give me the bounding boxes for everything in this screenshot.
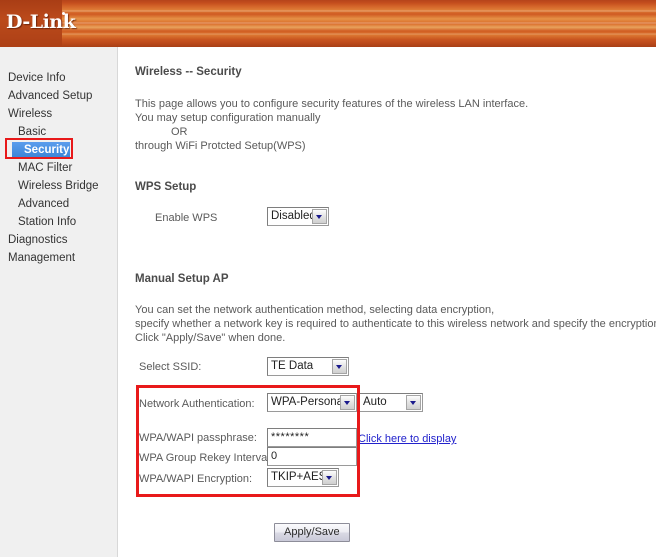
passphrase-label: WPA/WAPI passphrase: [139, 432, 257, 444]
network-authentication-label: Network Authentication: [139, 398, 255, 410]
sidebar-item-label: Basic [18, 126, 47, 138]
sidebar-item-label: Security [24, 144, 70, 156]
sidebar-item-diagnostics[interactable]: Diagnostics [0, 231, 118, 249]
authentication-mode-select[interactable]: Auto [359, 393, 423, 412]
sidebar-item-advanced-setup[interactable]: Advanced Setup [0, 87, 118, 105]
manual-setup-section-title: Manual Setup AP [135, 273, 229, 285]
chevron-down-icon[interactable] [322, 470, 337, 485]
sidebar-item-station-info[interactable]: Station Info [0, 213, 118, 231]
network-authentication-value: WPA-Personal [271, 396, 346, 408]
chevron-down-icon[interactable] [406, 395, 421, 410]
wps-section-title: WPS Setup [135, 181, 197, 193]
show-passphrase-link[interactable]: Click here to display [358, 433, 456, 445]
dlink-logo: D-Link [6, 11, 76, 33]
rekey-interval-label: WPA Group Rekey Interval: [139, 452, 273, 464]
intro-line-3: OR [171, 126, 188, 138]
sidebar: Device Info Advanced Setup Wireless Basic Se… [0, 47, 118, 557]
header-banner: D-Link [0, 0, 656, 47]
apply-save-button[interactable]: Apply/Save [274, 523, 350, 542]
intro-line-4: through WiFi Protcted Setup(WPS) [135, 140, 306, 152]
sidebar-item-management[interactable]: Management [0, 249, 118, 267]
passphrase-input[interactable]: ******** [267, 428, 357, 447]
manual-desc-line-2: specify whether a network key is require… [135, 318, 656, 330]
encryption-value: TKIP+AES [271, 471, 327, 483]
sidebar-item-wireless[interactable]: Wireless [0, 105, 118, 123]
enable-wps-label: Enable WPS [155, 212, 218, 224]
encryption-label: WPA/WAPI Encryption: [139, 473, 253, 485]
encryption-select[interactable]: TKIP+AES [267, 468, 339, 487]
sidebar-item-basic[interactable]: Basic [0, 123, 118, 141]
rekey-interval-input[interactable]: 0 [267, 447, 357, 466]
main-content: Wireless -- Security This page allows yo… [119, 47, 656, 557]
chevron-down-icon[interactable] [332, 359, 347, 374]
dlink-logo-trademark-dot [62, 12, 65, 15]
sidebar-item-wireless-bridge[interactable]: Wireless Bridge [0, 177, 118, 195]
chevron-down-icon[interactable] [340, 395, 355, 410]
sidebar-item-security[interactable]: Security [0, 138, 118, 159]
network-authentication-select[interactable]: WPA-Personal [267, 393, 357, 412]
sidebar-item-label: Station Info [18, 216, 77, 228]
manual-desc-line-1: You can set the network authentication m… [135, 304, 495, 316]
sidebar-item-mac-filter[interactable]: MAC Filter [0, 159, 118, 177]
sidebar-item-label: Diagnostics [8, 234, 68, 246]
select-ssid-value: TE Data [271, 360, 314, 372]
intro-line-1: This page allows you to configure securi… [135, 98, 529, 110]
sidebar-item-device-info[interactable]: Device Info [0, 69, 118, 87]
sidebar-item-label: Advanced [18, 198, 70, 210]
chevron-down-icon[interactable] [312, 209, 327, 224]
select-ssid-label: Select SSID: [139, 361, 202, 373]
select-ssid-select[interactable]: TE Data [267, 357, 349, 376]
manual-desc-line-3: Click "Apply/Save" when done. [135, 332, 286, 344]
sidebar-item-label: Wireless [8, 108, 53, 120]
enable-wps-select[interactable]: Disabled [267, 207, 329, 226]
sidebar-item-label: Wireless Bridge [18, 180, 99, 192]
authentication-mode-value: Auto [363, 396, 387, 408]
banner-gloss-streaks [0, 0, 656, 47]
intro-line-2: You may setup configuration manually [135, 112, 321, 124]
sidebar-item-label: MAC Filter [18, 162, 73, 174]
sidebar-nav: Device Info Advanced Setup Wireless Basic Se… [0, 69, 118, 267]
sidebar-item-label: Management [8, 252, 76, 264]
enable-wps-value: Disabled [271, 210, 316, 222]
sidebar-item-advanced[interactable]: Advanced [0, 195, 118, 213]
page-title: Wireless -- Security [135, 66, 242, 78]
sidebar-item-label: Advanced Setup [8, 90, 93, 102]
sidebar-item-label: Device Info [8, 72, 66, 84]
